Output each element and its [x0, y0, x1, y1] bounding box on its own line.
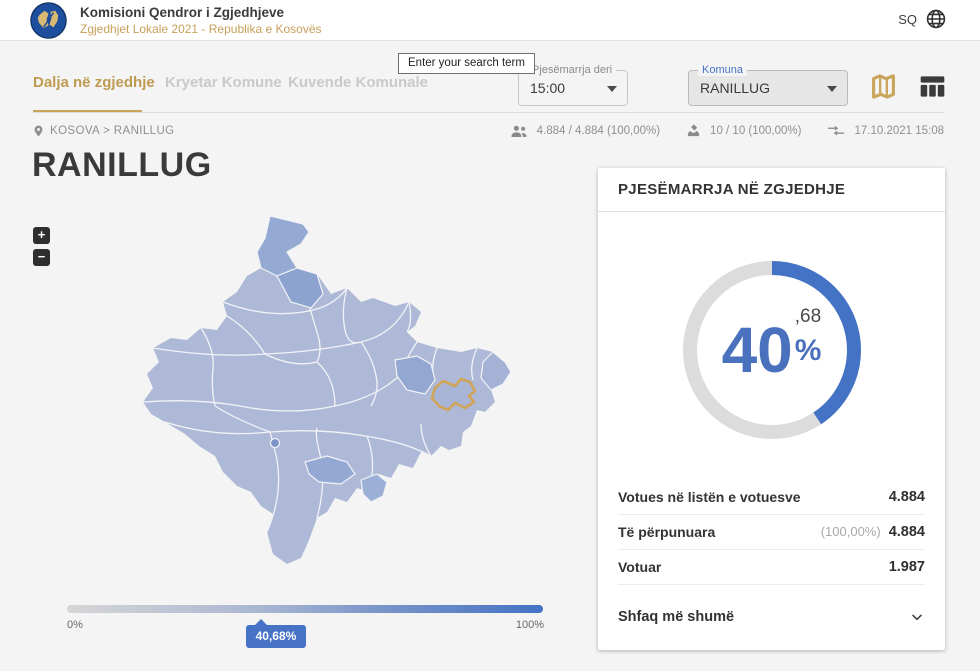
participation-card: PJESËMARRJA NË ZGJEDHJE 40 ,68 % Votues …: [598, 168, 945, 650]
map-zoom-in-button[interactable]: +: [33, 227, 50, 244]
stations-stat: 10 / 10 (100,00%): [710, 124, 802, 137]
time-select-value: 15:00: [530, 80, 566, 96]
ballot-box-icon: [687, 124, 700, 137]
scale-marker-track: 40,68%: [67, 618, 543, 654]
percent-integer: 40: [721, 314, 793, 386]
row-value: 4.884: [888, 524, 925, 540]
page-title: RANILLUG: [32, 146, 212, 184]
voters-icon: [511, 125, 527, 137]
chevron-down-icon: [912, 614, 922, 620]
show-more-button[interactable]: Shfaq më shumë: [618, 599, 925, 634]
turnout-scale-bar: [67, 605, 543, 613]
municipality-select[interactable]: Komuna RANILLUG: [688, 64, 848, 106]
globe-icon[interactable]: [925, 8, 947, 30]
map-view-icon[interactable]: [871, 74, 896, 99]
app-title: Komisioni Qendror i Zgjedhjeve: [80, 5, 285, 20]
voters-stat: 4.884 / 4.884 (100,00%): [536, 124, 661, 137]
show-more-label: Shfaq më shumë: [618, 608, 735, 625]
kosovo-map[interactable]: [65, 210, 545, 570]
table-row: Votuar 1.987: [618, 550, 925, 585]
chevron-down-icon: [607, 86, 617, 92]
breadcrumb-text: KOSOVA > RANILLUG: [50, 125, 175, 137]
table-row: Të përpunuara (100,00%) 4.884: [618, 515, 925, 550]
participation-table: Votues në listën e votuesve 4.884 Të për…: [598, 480, 945, 634]
language-selector[interactable]: SQ: [898, 12, 917, 27]
location-pin-icon: [34, 125, 43, 137]
time-select-label: Pjesëmarrja deri: [528, 64, 617, 76]
search-tooltip: Enter your search term: [398, 53, 535, 74]
breadcrumb: KOSOVA > RANILLUG: [32, 123, 175, 139]
table-row: Votues në listën e votuesve 4.884: [618, 480, 925, 515]
percent-decimal: ,68: [794, 306, 822, 327]
last-update-stat: 17.10.2021 15:08: [854, 124, 944, 137]
tab-mayor[interactable]: Kryetar Komune: [165, 74, 282, 91]
table-view-icon[interactable]: [919, 74, 946, 99]
row-note: (100,00%): [820, 524, 881, 539]
percent-sign: %: [794, 334, 822, 367]
row-label: Të përpunuara: [618, 524, 716, 540]
municipality-select-label: Komuna: [698, 64, 747, 76]
tab-assembly[interactable]: Kuvende Komunale: [288, 74, 428, 91]
tab-turnout[interactable]: Dalja në zgjedhje: [33, 74, 155, 91]
app-header: Komisioni Qendror i Zgjedhjeve Zgjedhjet…: [0, 0, 980, 41]
time-select[interactable]: Pjesëmarrja deri 15:00: [518, 64, 628, 106]
kqz-logo-icon: [30, 2, 67, 39]
participation-card-title: PJESËMARRJA NË ZGJEDHJE: [598, 168, 945, 212]
map-zoom-out-button[interactable]: −: [33, 249, 50, 266]
row-label: Votuar: [618, 559, 662, 575]
sync-arrows-icon: [828, 125, 845, 136]
info-bar: KOSOVA > RANILLUG 4.884 / 4.884 (100,00%…: [0, 120, 980, 144]
scale-marker: 40,68%: [245, 619, 307, 648]
tabs-divider: [33, 112, 944, 113]
app-subtitle: Zgjedhjet Lokale 2021 - Republika e Koso…: [80, 22, 322, 36]
municipality-select-value: RANILLUG: [700, 80, 771, 96]
row-label: Votues në listën e votuesve: [618, 489, 801, 505]
row-value: 4.884: [888, 489, 925, 505]
row-value: 1.987: [888, 559, 925, 575]
participation-donut: 40 ,68 %: [677, 255, 867, 445]
chevron-down-icon: [827, 86, 837, 92]
